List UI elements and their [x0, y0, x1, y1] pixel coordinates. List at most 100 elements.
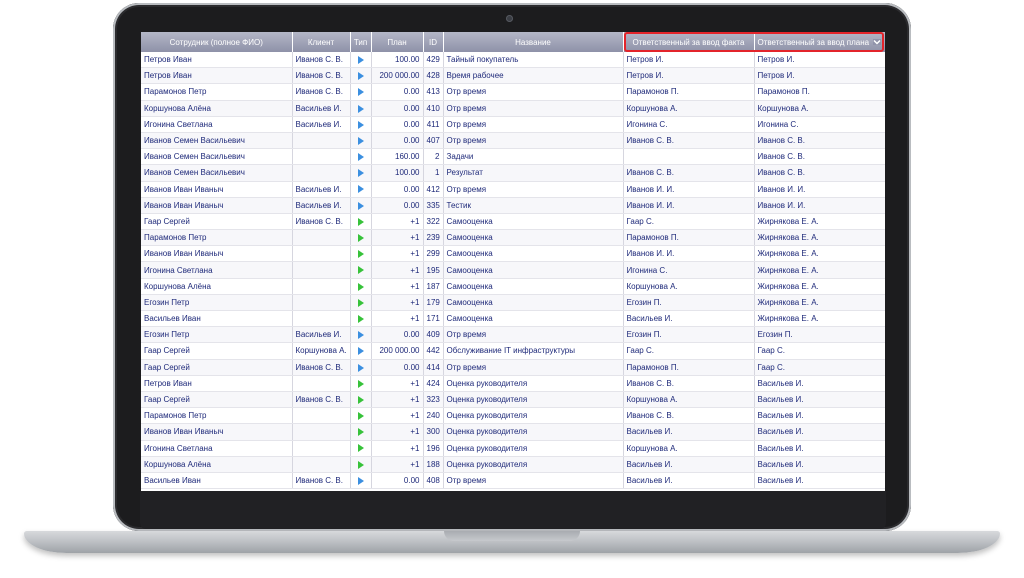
cell-resp-plan: Иванов С. В.	[754, 132, 885, 150]
table-row[interactable]: Иванов Семен Васильевич 0.00 407 Отр время И…	[141, 132, 885, 150]
cell-id: 414	[423, 359, 444, 376]
cell-resp-fact: Коршунова А.	[623, 391, 755, 409]
table-row[interactable]: Коршунова Алёна +1 188 Оценка руководителя В…	[141, 456, 885, 473]
cell-employee: Коршунова Алёна	[141, 456, 293, 473]
cell-id: 300	[423, 423, 444, 441]
type-green-play-icon	[357, 412, 364, 421]
cell-client	[292, 294, 351, 312]
table-row[interactable]: Гаар Сергей Коршунова А. 200 000.00 442 Обсл…	[141, 342, 885, 360]
cell-type	[350, 407, 372, 425]
table-row[interactable]: Гаар Сергей Иванов С. В. +1 322 Самооценка Га…	[141, 213, 885, 231]
cell-type	[350, 100, 372, 117]
table-row[interactable]: Петров Иван +1 424 Оценка руководителя Ивано…	[141, 375, 885, 392]
cell-name: Оценка руководителя	[443, 440, 624, 457]
cell-id: 2	[423, 148, 444, 166]
cell-resp-fact: Коршунова А.	[623, 100, 755, 117]
table-row[interactable]: Иванов Иван Иваныч +1 299 Самооценка Иванов …	[141, 245, 885, 263]
cell-client: Васильев И.	[292, 197, 351, 214]
cell-resp-plan: Петров И.	[754, 52, 885, 69]
cell-employee: Васильев Иван	[141, 310, 293, 328]
cell-resp-fact: Иванов С. В.	[623, 375, 755, 392]
table-row[interactable]: Игонина Светлана +1 196 Оценка руководителя…	[141, 440, 885, 457]
cell-resp-plan: Васильев И.	[754, 423, 885, 441]
column-header-resp-fact[interactable]: Ответственный за ввод факта	[623, 32, 755, 52]
cell-client	[292, 164, 351, 182]
cell-resp-fact: Коршунова А.	[623, 278, 755, 295]
cell-client	[292, 375, 351, 392]
table-header-row: Сотрудник (полное ФИО) Клиент Тип План I…	[141, 32, 885, 52]
type-green-play-icon	[357, 266, 364, 275]
cell-client: Коршунова А.	[292, 342, 351, 360]
cell-id: 187	[423, 278, 444, 295]
table-row[interactable]: Иванов Иван Иваныч Васильев И. 0.00 335 Тест…	[141, 197, 885, 214]
type-green-play-icon	[357, 395, 364, 404]
cell-id: 322	[423, 213, 444, 231]
table-row[interactable]: Парамонов Петр Иванов С. В. 0.00 413 Отр вре…	[141, 83, 885, 101]
table-row[interactable]: Коршунова Алёна +1 187 Самооценка Коршунова …	[141, 278, 885, 295]
table-row[interactable]: Коршунова Алёна Васильев И. 0.00 410 Отр вре…	[141, 100, 885, 117]
table-row[interactable]: Иванов Семен Васильевич 100.00 1 Результат И…	[141, 164, 885, 182]
cell-resp-fact: Игонина С.	[623, 116, 755, 133]
column-header-employee[interactable]: Сотрудник (полное ФИО)	[141, 32, 293, 52]
cell-type	[350, 148, 372, 166]
cell-name: Отр время	[443, 116, 624, 133]
cell-resp-fact: Коршунова А.	[623, 440, 755, 457]
cell-plan: +1	[371, 213, 424, 231]
cell-id: 429	[423, 52, 444, 69]
table-row[interactable]: Игонина Светлана Васильев И. 0.00 411 Отр вр…	[141, 116, 885, 133]
table-row[interactable]: Парамонов Петр +1 240 Оценка руководителя Ив…	[141, 407, 885, 425]
cell-employee: Иванов Семен Васильевич	[141, 164, 293, 182]
table-row[interactable]: Егозин Петр +1 179 Самооценка Егозин П. Жирня…	[141, 294, 885, 312]
cell-client	[292, 407, 351, 425]
cell-resp-fact: Иванов С. В.	[623, 407, 755, 425]
cell-resp-fact: Егозин П.	[623, 294, 755, 312]
table-row[interactable]: Васильев Иван Иванов С. В. 0.00 408 Отр врем…	[141, 472, 885, 490]
chevron-down-icon[interactable]	[873, 39, 881, 45]
table-row[interactable]: Иванов Иван Иваныч Васильев И. 0.00 412 Отр …	[141, 181, 885, 198]
table-row[interactable]: Парамонов Петр +1 239 Самооценка Парамонов П…	[141, 229, 885, 247]
type-green-play-icon	[357, 282, 364, 291]
column-header-name[interactable]: Название	[443, 32, 624, 52]
cell-name: Обслуживание IT инфраструктуры	[443, 342, 624, 360]
cell-resp-fact: Петров И.	[623, 52, 755, 69]
cell-type	[350, 310, 372, 328]
cell-plan: 160.00	[371, 148, 424, 166]
cell-resp-fact: Васильев И.	[623, 423, 755, 441]
cell-id: 1	[423, 164, 444, 182]
table-row[interactable]: Гаар Сергей Иванов С. В. 0.00 414 Отр время П…	[141, 359, 885, 376]
column-header-resp-plan[interactable]: Ответственный за ввод плана	[754, 32, 885, 52]
table-row[interactable]: Игонина Светлана +1 195 Самооценка Игонина С…	[141, 261, 885, 279]
cell-employee: Иванов Иван Иваныч	[141, 197, 293, 214]
table-row[interactable]: Гаар Сергей Иванов С. В. +1 323 Оценка руков…	[141, 391, 885, 409]
column-header-id[interactable]: ID	[423, 32, 444, 52]
cell-id: 408	[423, 472, 444, 490]
cell-resp-plan: Коршунова А.	[754, 100, 885, 117]
type-blue-play-icon	[357, 201, 364, 210]
cell-resp-plan: Васильев И.	[754, 407, 885, 425]
table-row[interactable]: Петров Иван Иванов С. В. 200 000.00 428 Врем…	[141, 67, 885, 85]
cell-name: Отр время	[443, 472, 624, 490]
type-green-play-icon	[357, 234, 364, 243]
cell-plan: 0.00	[371, 132, 424, 150]
column-header-type[interactable]: Тип	[350, 32, 372, 52]
cell-type	[350, 116, 372, 133]
table-row[interactable]: Егозин Петр Васильев И. 0.00 409 Отр время Ег…	[141, 326, 885, 344]
cell-plan: 100.00	[371, 164, 424, 182]
table-row[interactable]: Иванов Семен Васильевич 160.00 2 Задачи Иван…	[141, 148, 885, 166]
table-row[interactable]: Петров Иван Иванов С. В. 100.00 429 Тайный п…	[141, 52, 885, 69]
column-header-client[interactable]: Клиент	[292, 32, 351, 52]
cell-name: Самооценка	[443, 278, 624, 295]
cell-employee: Петров Иван	[141, 67, 293, 85]
column-header-plan[interactable]: План	[371, 32, 424, 52]
cell-employee: Парамонов Петр	[141, 407, 293, 425]
cell-resp-fact: Игонина С.	[623, 261, 755, 279]
cell-id: 240	[423, 407, 444, 425]
cell-plan: 0.00	[371, 100, 424, 117]
type-blue-play-icon	[357, 72, 364, 81]
cell-employee: Коршунова Алёна	[141, 100, 293, 117]
cell-client: Васильев И.	[292, 116, 351, 133]
table-row[interactable]: Васильев Иван +1 171 Самооценка Васильев И. Ж…	[141, 310, 885, 328]
table-row[interactable]: Иванов Иван Иваныч +1 300 Оценка руководите…	[141, 423, 885, 441]
cell-resp-plan: Парамонов П.	[754, 83, 885, 101]
type-blue-play-icon	[357, 476, 364, 485]
